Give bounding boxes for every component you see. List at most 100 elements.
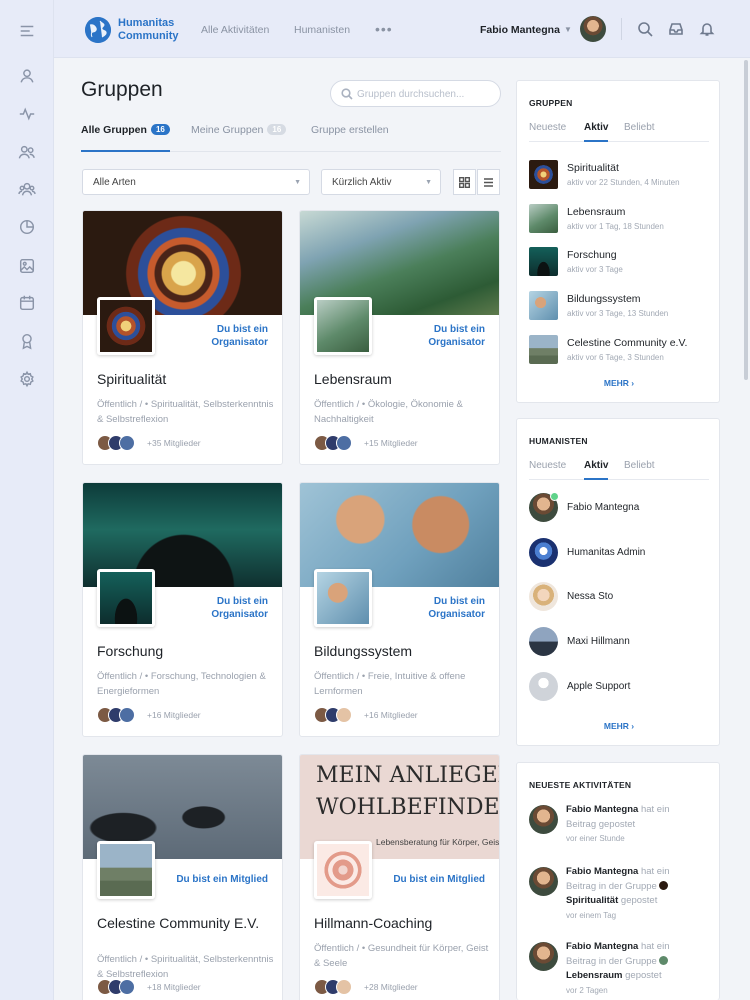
widget-group-item[interactable]: Celestine Community e.V. aktiv vor 6 Tag… [529,335,709,365]
calendar-icon[interactable] [17,293,37,313]
tab-newest[interactable]: Neueste [529,122,566,142]
group-name[interactable]: Forschung [97,643,277,659]
group-description: Öffentlich / • Freie, Intuitive & offene… [314,671,466,697]
group-thumb [529,247,558,276]
activity-icon[interactable] [17,104,37,124]
nav-humanists[interactable]: Humanisten [294,24,350,36]
group-card[interactable]: Du bist ein Mitglied Celestine Community… [82,754,283,1000]
group-search-input[interactable] [357,86,495,102]
humanist-item[interactable]: Nessa Sto [529,582,709,612]
widget-tabs: Neueste Aktiv Beliebt [529,122,709,142]
profile-icon[interactable] [17,66,37,86]
search-icon[interactable] [637,21,653,37]
group-activity-time: aktiv vor 3 Tage, 13 Stunden [567,309,669,318]
group-role: Du bist ein Organisator [211,596,268,620]
analytics-icon[interactable] [17,217,37,237]
group-name[interactable]: Lebensraum [314,371,494,387]
tab-active[interactable]: Aktiv [584,122,609,142]
avatar [529,627,558,656]
tab-active[interactable]: Aktiv [584,460,609,480]
group-role: Du bist ein Organisator [428,596,485,620]
group-role: Du bist ein Mitglied [176,874,268,885]
tab-create-group[interactable]: Gruppe erstellen [311,124,389,152]
group-avatar[interactable] [314,841,372,899]
group-name: Bildungssystem [567,293,641,305]
activity-text: Fabio Mantegna hat ein Beitrag in der Gr… [566,866,670,920]
brand-name[interactable]: Humanitas Community [118,17,198,43]
list-view-button[interactable] [477,169,500,195]
group-card[interactable]: Du bist ein Organisator Spiritualität Öf… [82,210,283,465]
humanist-item[interactable]: Fabio Mantegna [529,492,709,523]
cover-subline: Lebensberatung für Körper, Geist [376,837,500,847]
bell-icon[interactable] [699,21,715,37]
group-name[interactable]: Hillmann-Coaching [314,915,494,931]
header-avatar[interactable] [580,16,606,42]
group-name[interactable]: Spiritualität [97,371,277,387]
type-filter-select[interactable]: Alle Arten ▼ [82,169,310,195]
nav-all-activities[interactable]: Alle Aktivitäten [201,24,269,36]
scrollbar[interactable] [744,60,748,380]
member-avatar [119,435,135,451]
member-avatar [336,707,352,723]
tab-popular[interactable]: Beliebt [624,122,655,142]
group-name[interactable]: Celestine Community E.V. [97,915,277,932]
grid-view-button[interactable] [453,169,476,195]
group-card[interactable]: MEIN ANLIEGEN WOHLBEFINDEN Lebensberatun… [299,754,500,1000]
group-search[interactable] [330,80,501,107]
humanist-item[interactable]: Apple Support [529,672,709,702]
globe-logo-icon[interactable] [85,17,111,43]
chevron-down-icon[interactable]: ▼ [564,25,572,34]
widget-title: HUMANISTEN [529,436,588,446]
humanist-name: Fabio Mantegna [567,502,640,513]
cover-headline: WOHLBEFINDEN [316,795,500,820]
inbox-icon[interactable] [668,21,684,37]
group-name: Celestine Community e.V. [567,337,688,349]
activity-text: Fabio Mantegna hat ein Beitrag in der Gr… [566,941,670,995]
left-sidebar [0,0,54,1000]
widget-tabs: Neueste Aktiv Beliebt [529,460,709,480]
more-nav-icon[interactable]: ••• [375,21,393,37]
main-content: Gruppen Alle Gruppen16 Meine Gruppen16 G… [54,58,514,1000]
group-avatar[interactable] [97,569,155,627]
settings-icon[interactable] [17,369,37,389]
photos-icon[interactable] [17,256,37,276]
group-avatar[interactable] [314,569,372,627]
tab-popular[interactable]: Beliebt [624,460,655,480]
avatar [529,582,558,611]
humanist-item[interactable]: Maxi Hillmann [529,627,709,657]
group-avatar[interactable] [97,841,155,899]
friends-icon[interactable] [17,142,37,162]
groups-icon[interactable] [17,179,37,199]
humanists-widget: HUMANISTEN Neueste Aktiv Beliebt Fabio M… [516,418,720,746]
group-name[interactable]: Bildungssystem [314,643,494,659]
group-name: Lebensraum [567,206,626,218]
tab-my-groups[interactable]: Meine Gruppen 16 [191,124,287,152]
tab-all-groups[interactable]: Alle Gruppen 16 [81,124,170,152]
member-avatar [336,979,352,995]
widget-group-item[interactable]: Forschung aktiv vor 3 Tage [529,247,709,277]
online-indicator [550,492,559,501]
groups-more-link[interactable]: MEHR › [517,378,721,388]
menu-toggle-icon[interactable] [17,21,37,41]
widget-group-item[interactable]: Bildungssystem aktiv vor 3 Tage, 13 Stun… [529,291,709,321]
member-count: +16 Mitglieder [147,710,201,720]
member-count: +16 Mitglieder [364,710,418,720]
achievements-icon[interactable] [17,331,37,351]
group-avatar[interactable] [314,297,372,355]
group-avatar[interactable] [97,297,155,355]
group-activity-time: aktiv vor 1 Tag, 18 Stunden [567,222,664,231]
humanists-more-link[interactable]: MEHR › [517,721,721,731]
group-card[interactable]: Du bist ein Organisator Forschung Öffent… [82,482,283,737]
widget-group-item[interactable]: Spiritualität aktiv vor 22 Stunden, 4 Mi… [529,160,709,190]
group-card[interactable]: Du bist ein Organisator Lebensraum Öffen… [299,210,500,465]
member-count: +18 Mitglieder [147,982,201,992]
header-user-name[interactable]: Fabio Mantegna [480,24,560,36]
group-card[interactable]: Du bist ein Organisator Bildungssystem Ö… [299,482,500,737]
sort-filter-select[interactable]: Kürzlich Aktiv ▼ [321,169,441,195]
tab-newest[interactable]: Neueste [529,460,566,480]
group-description: Öffentlich / • Gesundheit für Körper, Ge… [314,943,489,969]
search-icon [341,88,353,100]
activity-widget: NEUESTE AKTIVITÄTEN Fabio Mantegna hat e… [516,762,720,1000]
widget-group-item[interactable]: Lebensraum aktiv vor 1 Tag, 18 Stunden [529,204,709,234]
humanist-item[interactable]: Humanitas Admin [529,538,709,568]
